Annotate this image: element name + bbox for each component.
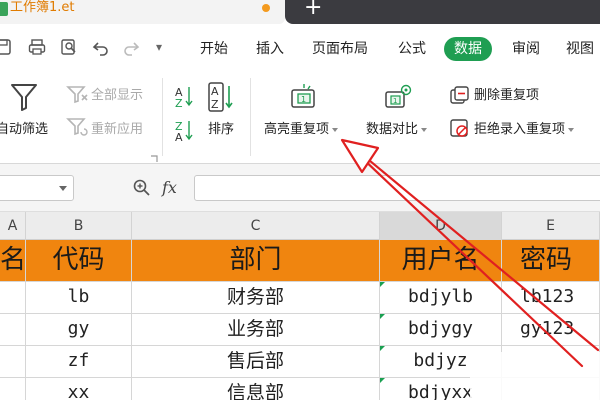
svg-text:A: A [211, 85, 219, 98]
table-header-cell[interactable]: 部门 [132, 240, 380, 282]
data-compare-button[interactable]: 数据对比 [366, 122, 428, 138]
svg-text:Z: Z [211, 98, 219, 111]
menu-item-home[interactable]: 开始 [200, 39, 228, 59]
ribbon-separator [250, 78, 251, 156]
menu-item-review[interactable]: 审阅 [512, 39, 540, 59]
reject-duplicate-entry-label: 拒绝录入重复项 [474, 122, 566, 137]
svg-text:1: 1 [393, 97, 397, 105]
svg-text:A: A [175, 131, 183, 142]
column-header-e[interactable]: E [502, 212, 600, 240]
undo-icon[interactable] [92, 38, 110, 56]
document-tab[interactable]: 工作簿1.et [0, 0, 285, 24]
table-header-cell[interactable]: 密码 [502, 240, 600, 282]
formula-bar: fx [0, 164, 600, 212]
sort-button[interactable]: 排序 [208, 122, 234, 138]
table-cell-value: bdjyz [413, 350, 468, 371]
zoom-search-icon[interactable] [132, 178, 152, 198]
table-cell-value: bdjylb [407, 286, 474, 307]
table-header-cell[interactable]: 代码 [26, 240, 132, 282]
table-cell[interactable]: 财务部 [132, 282, 380, 314]
data-ribbon: 自动筛选 全部显示 重新应用 AZ ZA AZ 排序 1 高亮重复项 1 数据对… [0, 72, 600, 164]
menu-item-data[interactable]: 数据 [444, 37, 492, 61]
formula-input[interactable] [194, 175, 600, 201]
sort-descending-icon[interactable]: ZA [174, 118, 194, 146]
table-cell[interactable]: 信息部 [132, 378, 380, 400]
show-all-button[interactable]: 全部显示 [91, 88, 143, 104]
svg-text:Z: Z [175, 97, 183, 108]
table-cell[interactable]: zf [26, 346, 132, 378]
chevron-down-icon[interactable] [59, 186, 67, 191]
table-cell[interactable]: 售后部 [132, 346, 380, 378]
table-cell[interactable]: bdjygy [380, 314, 502, 346]
function-fx-icon[interactable]: fx [162, 178, 177, 198]
table-cell[interactable] [0, 346, 26, 378]
sort-icon[interactable]: AZ [208, 82, 236, 116]
ribbon-separator [162, 78, 163, 156]
table-cell[interactable]: lb [26, 282, 132, 314]
table-header-cell[interactable]: 名 [0, 240, 26, 282]
print-preview-icon[interactable] [60, 38, 78, 56]
menu-item-view[interactable]: 视图 [566, 39, 594, 59]
column-header-a[interactable]: A [0, 212, 26, 240]
new-tab-button[interactable]: + [304, 0, 322, 20]
reject-duplicate-entry-button[interactable]: 拒绝录入重复项 [474, 122, 575, 138]
unsaved-dot-icon [262, 4, 270, 12]
highlight-duplicates-icon[interactable]: 1 [290, 84, 318, 114]
customize-dropdown-icon[interactable]: ▾ [156, 40, 174, 58]
table-cell-value: bdjyxx [407, 382, 474, 400]
table-cell[interactable] [0, 314, 26, 346]
remove-duplicates-button[interactable]: 删除重复项 [474, 88, 539, 104]
column-headers: A B C D E [0, 212, 600, 240]
table-header-cell[interactable]: 用户名 [380, 240, 502, 282]
filter-icon[interactable] [10, 82, 38, 116]
table-cell[interactable]: lb123 [502, 282, 600, 314]
svg-text:1: 1 [301, 95, 306, 104]
data-compare-icon[interactable]: 1 [384, 84, 414, 114]
column-header-b[interactable]: B [26, 212, 132, 240]
chevron-down-icon [568, 127, 575, 132]
highlight-duplicates-button[interactable]: 高亮重复项 [264, 122, 339, 138]
name-box[interactable] [0, 175, 74, 201]
auto-filter-button[interactable]: 自动筛选 [0, 122, 48, 138]
number-as-text-indicator-icon [380, 282, 385, 287]
table-cell[interactable]: gy [26, 314, 132, 346]
reject-duplicate-entry-icon[interactable] [450, 119, 470, 143]
data-compare-label: 数据对比 [366, 122, 419, 137]
menu-item-page-layout[interactable]: 页面布局 [312, 39, 368, 59]
spreadsheet-file-icon [0, 2, 8, 16]
table-cell-value: bdjygy [407, 318, 474, 339]
table-cell[interactable]: xx [26, 378, 132, 400]
sort-ascending-icon[interactable]: AZ [174, 84, 194, 112]
chevron-down-icon [332, 127, 339, 132]
reapply-filter-icon [66, 116, 88, 140]
print-icon[interactable] [28, 38, 46, 56]
tab-strip-background [285, 0, 600, 24]
redo-icon[interactable] [122, 38, 140, 56]
reapply-button[interactable]: 重新应用 [91, 122, 143, 138]
document-tab-title: 工作簿1.et [10, 0, 75, 15]
save-icon[interactable] [0, 38, 12, 56]
remove-duplicates-icon[interactable] [450, 86, 470, 110]
table-cell[interactable]: 业务部 [132, 314, 380, 346]
title-bar: 工作簿1.et + [0, 0, 600, 24]
table-cell[interactable] [0, 378, 26, 400]
table-cell[interactable]: bdjylb [380, 282, 502, 314]
menu-bar: ▾ 开始 插入 页面布局 公式 数据 审阅 视图 [0, 24, 600, 72]
blurred-overlay [470, 352, 600, 400]
menu-item-formula[interactable]: 公式 [398, 39, 426, 59]
highlight-duplicates-label: 高亮重复项 [264, 122, 330, 137]
column-header-d[interactable]: D [380, 212, 502, 240]
number-as-text-indicator-icon [380, 346, 385, 351]
chevron-down-icon [421, 127, 428, 132]
table-cell[interactable]: gy123 [502, 314, 600, 346]
number-as-text-indicator-icon [380, 314, 385, 319]
table-cell[interactable] [0, 282, 26, 314]
show-all-filter-icon [66, 84, 88, 108]
number-as-text-indicator-icon [380, 378, 385, 383]
column-header-c[interactable]: C [132, 212, 380, 240]
menu-item-insert[interactable]: 插入 [256, 39, 284, 59]
